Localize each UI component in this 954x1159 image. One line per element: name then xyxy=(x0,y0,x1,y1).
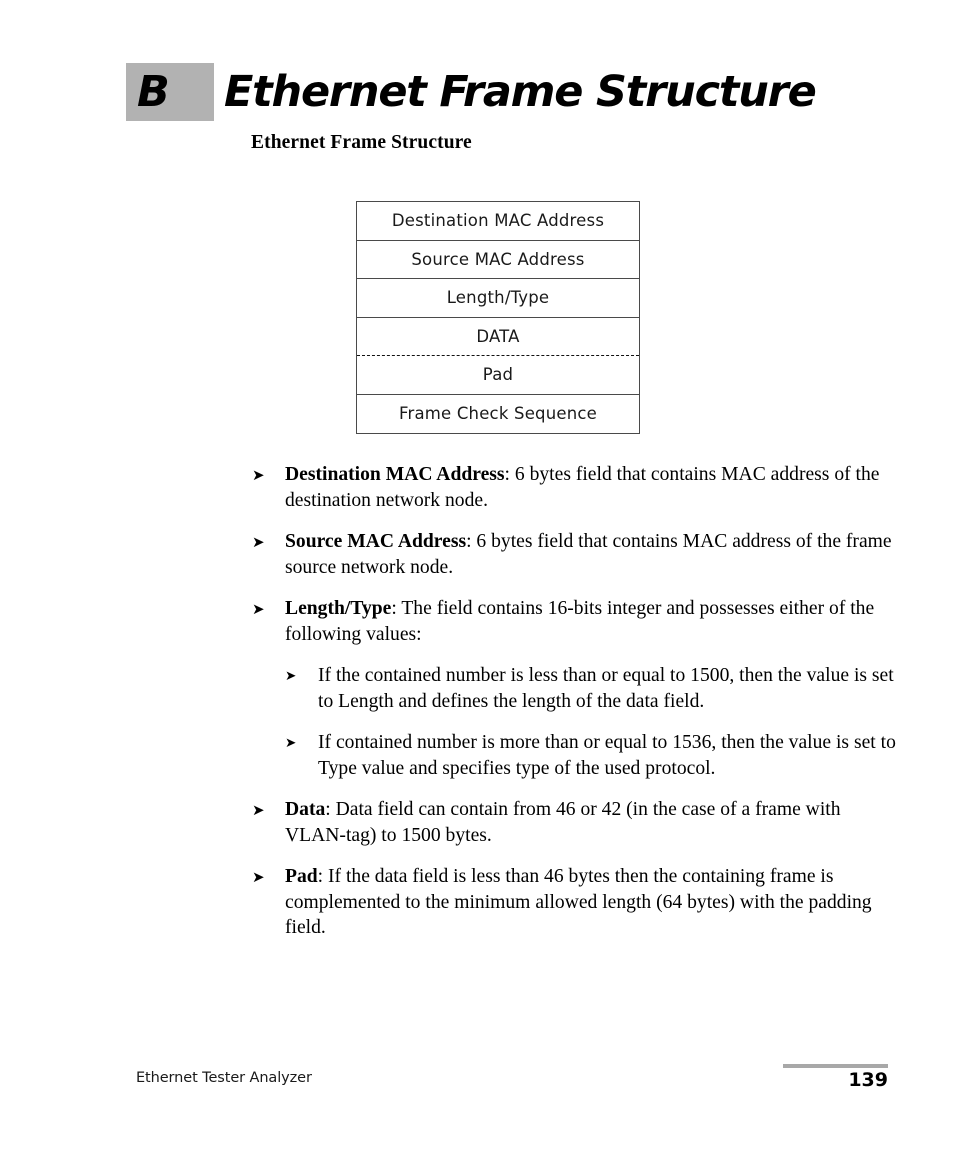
bullet-arrow-icon: ➤ xyxy=(252,533,265,551)
bullet-term: Data xyxy=(285,799,326,820)
sub-bullet-item: ➤ If contained number is more than or equ… xyxy=(252,730,900,781)
frame-field-row: Pad xyxy=(357,356,639,395)
bullet-arrow-icon: ➤ xyxy=(252,801,265,819)
bullet-text: : Data field can contain from 46 or 42 (… xyxy=(285,799,841,846)
frame-field-row: Destination MAC Address xyxy=(357,202,639,241)
chapter-letter: B xyxy=(137,66,170,117)
bullet-text: If the contained number is less than or … xyxy=(318,665,894,712)
chapter-heading-text: Ethernet Frame Structure xyxy=(224,66,817,117)
frame-field-row: Frame Check Sequence xyxy=(357,395,639,434)
bullet-item: ➤ Source MAC Address: 6 bytes field that … xyxy=(252,529,900,580)
frame-field-label: DATA xyxy=(476,326,520,346)
chapter-title: B Ethernet Frame Structure xyxy=(126,63,817,121)
frame-field-label: Length/Type xyxy=(446,288,550,308)
frame-field-row: DATA xyxy=(357,318,639,356)
footer-rule xyxy=(783,1064,888,1068)
bullet-text: : If the data field is less than 46 byte… xyxy=(285,866,872,938)
frame-field-row: Length/Type xyxy=(357,279,639,318)
frame-field-label: Pad xyxy=(482,365,514,385)
frame-field-label: Frame Check Sequence xyxy=(398,404,598,424)
footer-product-name: Ethernet Tester Analyzer xyxy=(136,1070,312,1086)
bullet-arrow-icon: ➤ xyxy=(252,868,265,886)
frame-field-label: Destination MAC Address xyxy=(391,211,605,231)
bullet-term: Destination MAC Address xyxy=(285,464,505,485)
page-number: 139 xyxy=(848,1069,888,1091)
bullet-term: Pad xyxy=(285,866,318,887)
sub-bullet-item: ➤ If the contained number is less than or… xyxy=(252,663,900,714)
bullet-item: ➤ Destination MAC Address: 6 bytes field … xyxy=(252,462,900,513)
bullet-arrow-icon: ➤ xyxy=(252,466,265,484)
bullet-item: ➤ Pad: If the data field is less than 46 … xyxy=(252,864,900,941)
frame-field-label: Source MAC Address xyxy=(411,249,585,269)
bullet-item: ➤ Length/Type: The field contains 16-bits… xyxy=(252,596,900,647)
bullet-arrow-icon: ➤ xyxy=(252,600,265,618)
bullet-term: Length/Type xyxy=(285,598,392,619)
bullet-item: ➤ Data: Data field can contain from 46 or… xyxy=(252,797,900,848)
chapter-letter-box: B xyxy=(126,63,214,121)
bullet-text: If contained number is more than or equa… xyxy=(318,732,896,779)
bullet-term: Source MAC Address xyxy=(285,531,467,552)
field-description-list: ➤ Destination MAC Address: 6 bytes field … xyxy=(252,462,900,957)
section-subtitle: Ethernet Frame Structure xyxy=(251,132,472,153)
bullet-arrow-icon: ➤ xyxy=(285,735,297,751)
bullet-arrow-icon: ➤ xyxy=(285,668,297,684)
frame-field-row: Source MAC Address xyxy=(357,241,639,279)
ethernet-frame-structure-diagram: Destination MAC Address Source MAC Addres… xyxy=(356,201,640,434)
